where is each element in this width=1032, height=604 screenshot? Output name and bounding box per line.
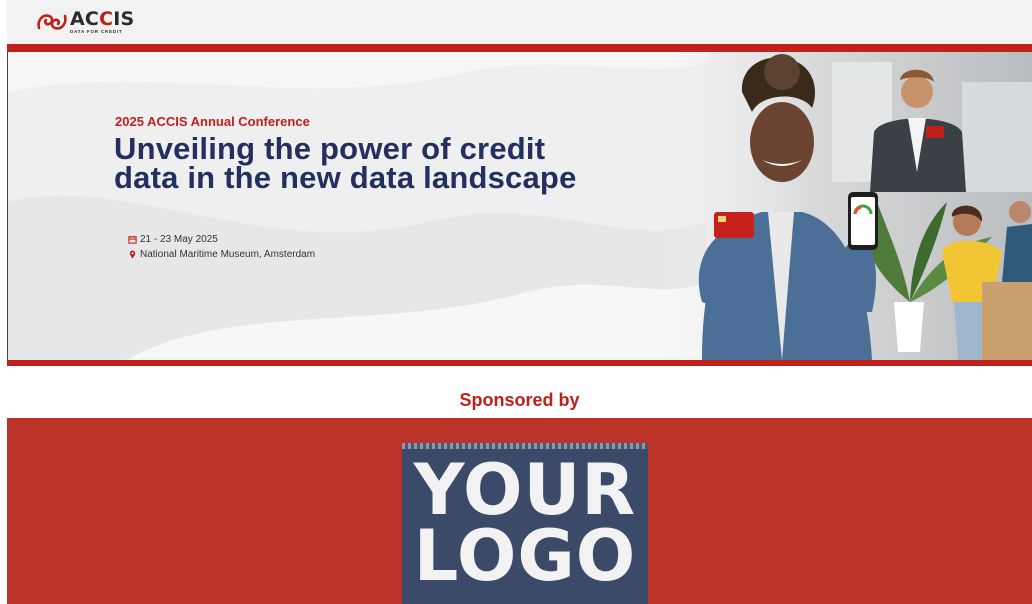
conference-eyebrow: 2025 ACCIS Annual Conference (115, 114, 310, 129)
sponsors-header: Sponsored by (7, 366, 1032, 418)
event-date-text: 21 - 23 May 2025 (140, 234, 218, 245)
event-venue: National Maritime Museum, Amsterdam (128, 249, 315, 260)
logo-wordmark: ACCIS DATA FOR CREDIT (70, 8, 135, 34)
header-divider (7, 44, 1032, 52)
sponsor-logo-placeholder[interactable]: YOUR LOGO (402, 443, 648, 604)
sponsored-by-heading: Sponsored by (459, 390, 580, 410)
sponsor-logo-text: YOUR LOGO (413, 449, 637, 597)
accis-logo[interactable]: ACCIS DATA FOR CREDIT (35, 10, 134, 36)
calendar-icon (128, 235, 137, 244)
hero-headline: Unveiling the power of credit data in th… (114, 131, 577, 195)
site-header: ACCIS DATA FOR CREDIT (7, 0, 1032, 44)
hero-banner: 2025 ACCIS Annual Conference Unveiling t… (7, 52, 1032, 360)
event-venue-text: National Maritime Museum, Amsterdam (140, 249, 316, 260)
accis-logo-mark-icon (37, 14, 67, 30)
map-pin-icon (129, 250, 136, 259)
hero-left-border (7, 52, 8, 360)
hero-photo (662, 52, 1032, 360)
logo-tagline: DATA FOR CREDIT (70, 29, 123, 34)
event-date: 21 - 23 May 2025 (128, 234, 218, 245)
